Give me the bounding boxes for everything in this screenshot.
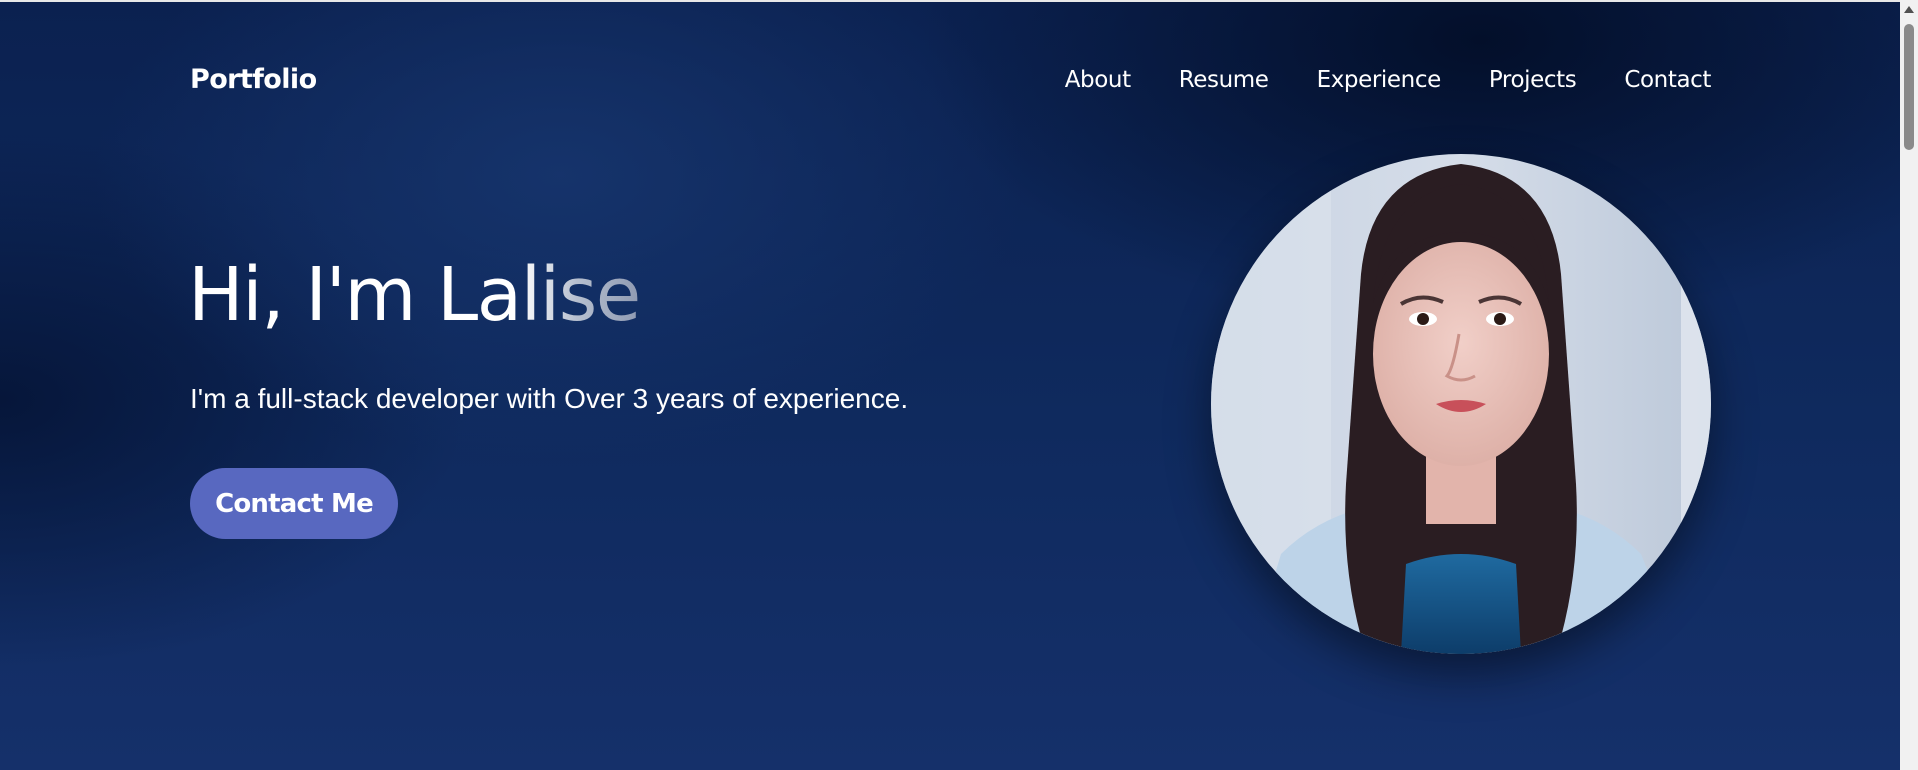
page-scrollbar[interactable] <box>1900 0 1918 770</box>
hero-title: Hi, I'm Lalise <box>188 252 641 338</box>
page: Portfolio About Resume Experience Projec… <box>0 0 1918 770</box>
scroll-up-arrow-icon[interactable] <box>1904 6 1914 13</box>
contact-me-button[interactable]: Contact Me <box>190 468 398 539</box>
hero-subtitle: I'm a full-stack developer with Over 3 y… <box>190 383 909 414</box>
nav-about[interactable]: About <box>1065 67 1131 93</box>
top-divider <box>0 0 1900 2</box>
main-nav: About Resume Experience Projects Contact <box>1065 67 1712 93</box>
hero-section: Portfolio About Resume Experience Projec… <box>0 0 1900 770</box>
nav-projects[interactable]: Projects <box>1489 67 1577 93</box>
nav-resume[interactable]: Resume <box>1179 67 1269 93</box>
profile-photo <box>1211 154 1711 654</box>
scrollbar-thumb[interactable] <box>1904 24 1914 150</box>
brand-logo[interactable]: Portfolio <box>190 64 317 95</box>
nav-experience[interactable]: Experience <box>1317 67 1442 93</box>
nav-contact[interactable]: Contact <box>1624 67 1711 93</box>
